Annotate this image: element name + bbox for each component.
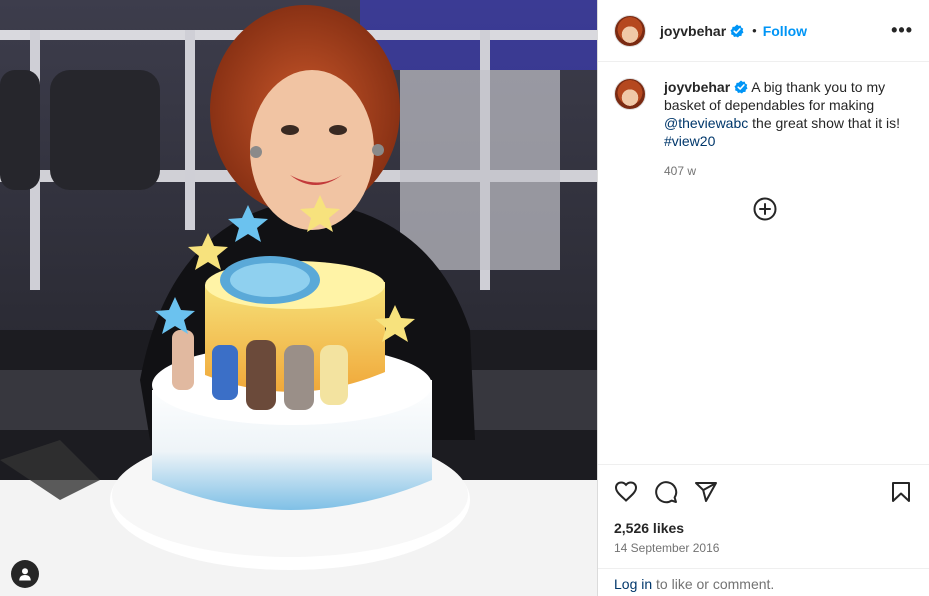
post-image [0,0,597,596]
bookmark-icon[interactable] [889,480,913,504]
hashtag-link[interactable]: #view20 [664,133,715,149]
load-more-comments-icon[interactable] [753,197,777,221]
post-side-panel: joyvbehar • Follow ••• joyvbehar A big t… [597,0,929,596]
header-username[interactable]: joyvbehar [660,23,726,39]
verified-badge-icon [730,24,744,37]
login-link[interactable]: Log in [614,576,652,592]
share-icon[interactable] [694,480,718,504]
heart-icon[interactable] [614,480,638,504]
post-date: 14 September 2016 [614,541,720,555]
mention-link[interactable]: @theviewabc [664,115,748,131]
post-photo[interactable] [0,0,597,596]
caption-avatar[interactable] [614,78,646,110]
post-age[interactable]: 407 w [664,162,913,180]
login-suffix: to like or comment. [652,576,775,592]
verified-badge-icon [734,80,748,94]
separator-dot: • [752,23,757,38]
avatar[interactable] [614,14,646,47]
post-header: joyvbehar • Follow ••• [598,0,929,62]
login-prompt: Log in to like or comment. [598,568,929,596]
caption-text: joyvbehar A big thank you to my basket o… [664,78,913,180]
comment-icon[interactable] [654,480,678,504]
follow-button[interactable]: Follow [763,23,807,39]
post-actions [598,464,929,518]
caption-username[interactable]: joyvbehar [664,79,730,95]
caption-body-2: the great show that it is! [748,115,901,131]
likes-count[interactable]: 2,526 likes [614,520,684,536]
user-tag-icon [19,568,31,581]
user-tag-button[interactable] [11,560,39,588]
caption: joyvbehar A big thank you to my basket o… [598,62,929,180]
more-options-icon[interactable]: ••• [891,20,913,41]
